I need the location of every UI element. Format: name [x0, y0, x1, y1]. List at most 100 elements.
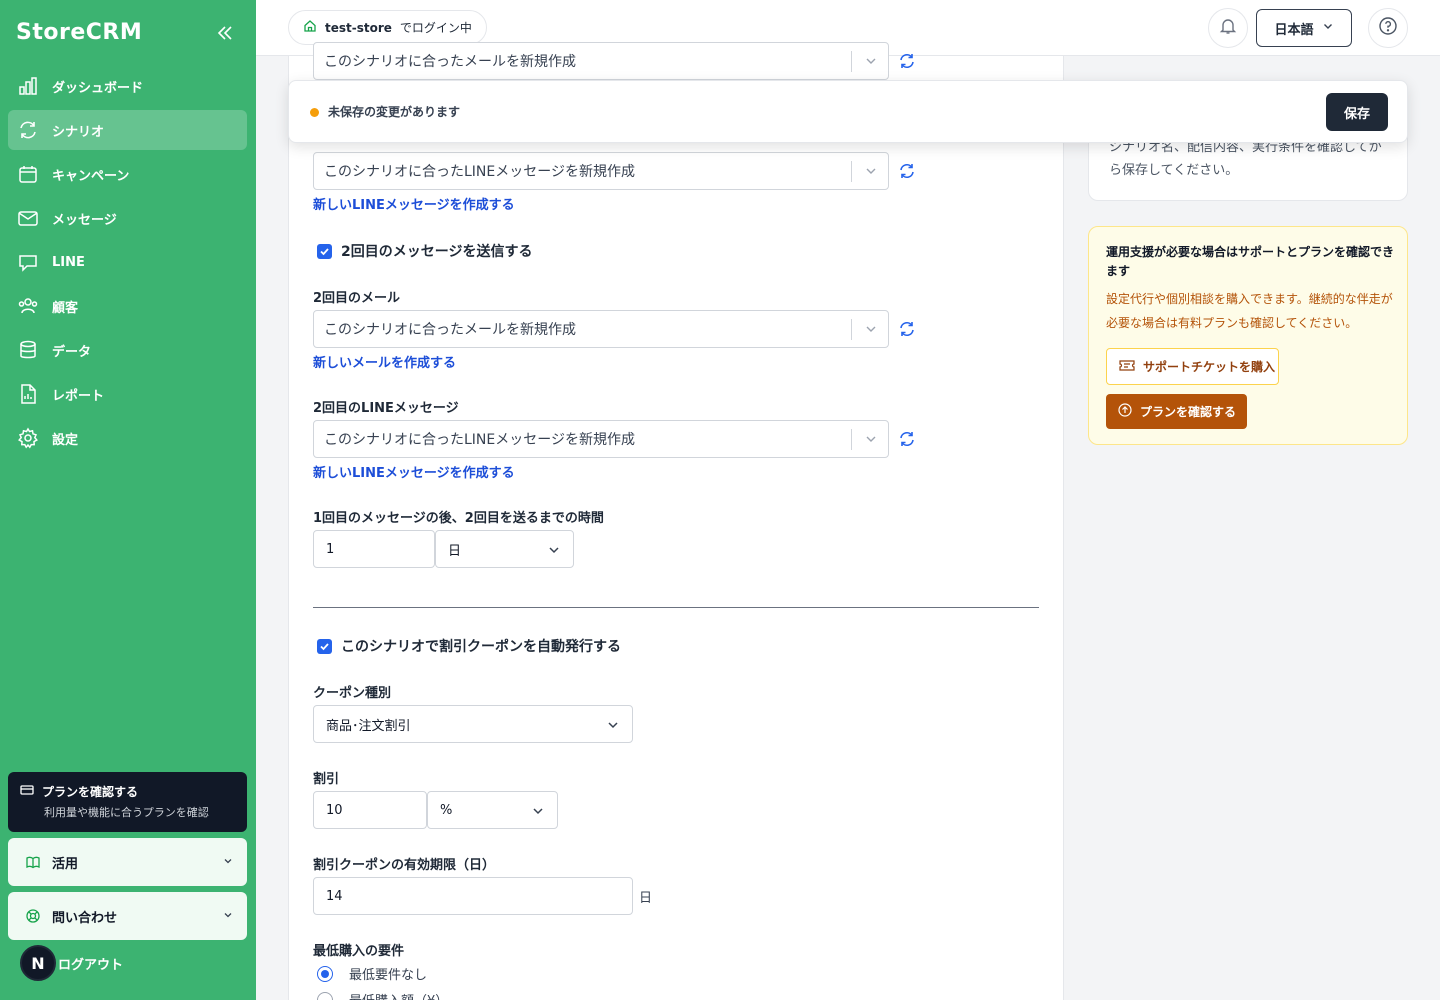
chevron-down-icon: [864, 432, 878, 450]
new-email-link[interactable]: 新しいメールを作成する: [313, 352, 456, 371]
book-icon: [26, 853, 44, 871]
first-email-select[interactable]: このシナリオに合ったメールを新規作成: [313, 42, 889, 80]
min-option-amount[interactable]: 最低購入額（¥）: [317, 990, 448, 1000]
second-line-select-value: このシナリオに合ったLINEメッセージを新規作成: [324, 432, 635, 448]
coupon-checkbox-row[interactable]: このシナリオで割引クーポンを自動発行する: [317, 636, 621, 656]
first-email-select-value: このシナリオに合ったメールを新規作成: [324, 54, 576, 70]
second-message-checkbox-row[interactable]: 2回目のメッセージを送信する: [317, 241, 532, 261]
support-card: 運用支援が必要な場合はサポートとプランを確認できます 設定代行や個別相談を購入で…: [1088, 226, 1408, 445]
coupon-type-select[interactable]: 商品･注文割引: [313, 705, 633, 743]
chevron-down-icon: [864, 322, 878, 340]
language-select[interactable]: 日本語: [1256, 9, 1352, 47]
contact-label: 問い合わせ: [52, 910, 118, 926]
sidebar-item-settings[interactable]: 設定: [8, 418, 247, 458]
sidebar-item-customers[interactable]: 顧客: [8, 286, 247, 326]
store-name: test-store: [325, 20, 392, 35]
logout-button[interactable]: N ログアウト: [20, 945, 123, 981]
second-email-select-value: このシナリオに合ったメールを新規作成: [324, 322, 576, 338]
select-divider: [851, 161, 852, 182]
interval-input[interactable]: 1: [313, 530, 435, 568]
collapse-sidebar-icon[interactable]: [214, 22, 236, 44]
sidebar-item-label: メッセージ: [52, 212, 117, 228]
second-email-select[interactable]: このシナリオに合ったメールを新規作成: [313, 310, 889, 348]
contact-accordion[interactable]: 問い合わせ: [8, 892, 247, 940]
min-option-label: 最低購入額（¥）: [349, 990, 448, 1000]
support-title: 運用支援が必要な場合はサポートとプランを確認できます: [1106, 245, 1395, 278]
sidebar-item-label: 顧客: [52, 300, 79, 316]
first-line-select[interactable]: このシナリオに合ったLINEメッセージを新規作成: [313, 152, 889, 190]
sidebar: StoreCRM ダッシュボード シナリオ キャンペーン メッセージ LINE …: [0, 0, 256, 1000]
checkbox-checked[interactable]: [317, 638, 332, 654]
sidebar-item-line[interactable]: LINE: [8, 242, 247, 282]
new-line-message-link-2[interactable]: 新しいLINEメッセージを作成する: [313, 462, 515, 481]
chat-bubble-icon: [16, 250, 40, 274]
min-option-none[interactable]: 最低要件なし: [317, 964, 427, 983]
buy-support-ticket-button[interactable]: サポートチケットを購入: [1106, 348, 1279, 385]
discount-unit-value: %: [440, 802, 453, 818]
second-line-label: 2回目のLINEメッセージ: [313, 401, 459, 416]
logout-label: ログアウト: [58, 957, 124, 973]
avatar[interactable]: N: [20, 945, 56, 981]
discount-input[interactable]: 10: [313, 791, 427, 829]
document-icon: [16, 382, 40, 406]
credit-card-icon: [20, 783, 34, 800]
chevron-down-icon: [1322, 20, 1334, 36]
refresh-icon[interactable]: [898, 162, 916, 180]
usage-accordion[interactable]: 活用: [8, 838, 247, 886]
notification-button[interactable]: [1208, 8, 1248, 48]
home-icon: [303, 19, 317, 36]
radio-unselected[interactable]: [317, 991, 333, 1000]
check-plan-label: プランを確認する: [1140, 405, 1237, 419]
sidebar-item-scenario[interactable]: シナリオ: [8, 110, 247, 150]
sidebar-item-report[interactable]: レポート: [8, 374, 247, 414]
buy-support-ticket-label: サポートチケットを購入: [1143, 360, 1276, 374]
min-purchase-label: 最低購入の要件: [313, 944, 405, 959]
check-plan-button[interactable]: プランを確認する: [1106, 394, 1247, 429]
language-label: 日本語: [1274, 22, 1314, 38]
refresh-icon[interactable]: [898, 320, 916, 338]
sidebar-item-dashboard[interactable]: ダッシュボード: [8, 66, 247, 106]
database-icon: [16, 338, 40, 362]
help-icon: [1378, 16, 1398, 40]
new-line-message-link[interactable]: 新しいLINEメッセージを作成する: [313, 194, 515, 213]
interval-unit-select[interactable]: 日: [435, 530, 574, 568]
mail-icon: [16, 206, 40, 230]
refresh-icon: [16, 118, 40, 142]
select-divider: [851, 429, 852, 450]
second-line-select[interactable]: このシナリオに合ったLINEメッセージを新規作成: [313, 420, 889, 458]
refresh-icon[interactable]: [898, 52, 916, 70]
unsaved-changes-banner: 未保存の変更があります 保存: [288, 80, 1408, 143]
discount-unit-select[interactable]: %: [427, 791, 558, 829]
support-body: 設定代行や個別相談を購入できます。継続的な伴走が必要な場合は有料プランも確認して…: [1106, 292, 1393, 330]
help-button[interactable]: [1368, 8, 1408, 48]
sidebar-item-label: キャンペーン: [52, 168, 130, 184]
gear-icon: [16, 426, 40, 450]
sidebar-item-campaign[interactable]: キャンペーン: [8, 154, 247, 194]
sidebar-item-label: ダッシュボード: [52, 80, 144, 96]
radio-selected[interactable]: [317, 965, 333, 982]
select-divider: [851, 51, 852, 72]
sidebar-item-label: データ: [52, 344, 92, 360]
coupon-checkbox-label: このシナリオで割引クーポンを自動発行する: [341, 639, 621, 655]
sidebar-item-data[interactable]: データ: [8, 330, 247, 370]
save-button[interactable]: 保存: [1326, 93, 1388, 131]
refresh-icon[interactable]: [898, 430, 916, 448]
bell-icon: [1219, 17, 1237, 39]
coupon-type-value: 商品･注文割引: [326, 718, 411, 734]
min-option-label: 最低要件なし: [349, 968, 428, 983]
expiry-input[interactable]: 14: [313, 877, 633, 915]
warning-dot-icon: [310, 108, 319, 117]
interval-unit-value: 日: [448, 543, 462, 559]
sidebar-item-message[interactable]: メッセージ: [8, 198, 247, 238]
sidebar-item-label: レポート: [52, 388, 105, 404]
plan-card[interactable]: プランを確認する 利用量や機能に合うプランを確認: [8, 772, 247, 832]
plan-card-title: プランを確認する: [42, 785, 139, 799]
first-line-select-value: このシナリオに合ったLINEメッセージを新規作成: [324, 164, 635, 180]
sidebar-item-label: 設定: [52, 432, 79, 448]
store-indicator[interactable]: test-store でログイン中: [288, 10, 487, 45]
checkbox-checked[interactable]: [317, 243, 332, 259]
plan-card-subtitle: 利用量や機能に合うプランを確認: [44, 806, 209, 819]
select-divider: [851, 319, 852, 340]
section-divider: [313, 607, 1039, 608]
ticket-icon: [1119, 358, 1135, 375]
